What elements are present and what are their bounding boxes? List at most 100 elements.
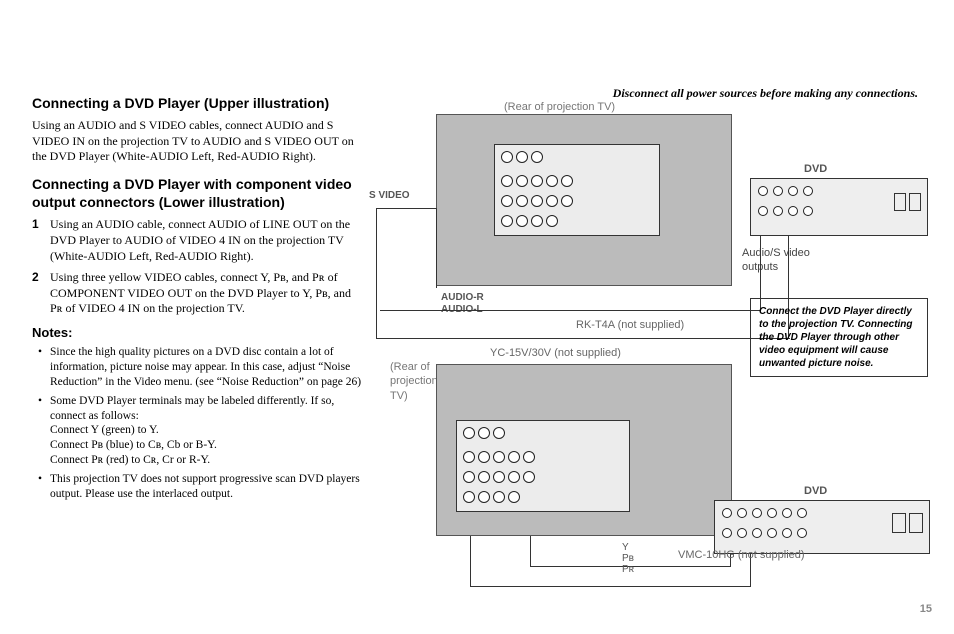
tv-panel-lower xyxy=(456,420,630,512)
port-icon xyxy=(767,508,777,518)
step-number: 2 xyxy=(32,270,50,317)
port-icon xyxy=(782,528,792,538)
dvd-box-upper xyxy=(750,178,928,236)
port-icon xyxy=(909,513,923,533)
port-icon xyxy=(508,471,520,483)
note-subline: Connect Pʙ (blue) to Cʙ, Cb or B-Y. xyxy=(50,438,362,453)
port-icon xyxy=(773,186,783,196)
port-icon xyxy=(523,471,535,483)
port-icon xyxy=(516,215,528,227)
heading-upper: Connecting a DVD Player (Upper illustrat… xyxy=(32,94,362,112)
port-icon xyxy=(561,175,573,187)
rkt4a-label: RK-T4A (not supplied) xyxy=(576,318,684,332)
bullet-dot: • xyxy=(38,394,50,469)
vmc-label: VMC-10HG (not supplied) xyxy=(678,548,805,562)
note-item: • Since the high quality pictures on a D… xyxy=(38,345,362,390)
port-icon xyxy=(737,528,747,538)
cable-line xyxy=(436,208,437,288)
dvd-label-upper: DVD xyxy=(804,162,827,176)
step-text: Using three yellow VIDEO cables, connect… xyxy=(50,270,362,317)
port-icon xyxy=(508,491,520,503)
step-text: Using an AUDIO cable, connect AUDIO of L… xyxy=(50,217,362,264)
port-icon xyxy=(758,186,768,196)
note-subline: Connect Pʀ (red) to Cʀ, Cr or R-Y. xyxy=(50,453,362,468)
page-number: 15 xyxy=(920,602,932,616)
port-icon xyxy=(531,215,543,227)
note-subline: Connect Y (green) to Y. xyxy=(50,423,362,438)
port-icon xyxy=(531,151,543,163)
note-text: This projection TV does not support prog… xyxy=(50,472,362,502)
step-1: 1 Using an AUDIO cable, connect AUDIO of… xyxy=(32,217,362,264)
dvd-label-lower: DVD xyxy=(804,484,827,498)
note-item: • Some DVD Player terminals may be label… xyxy=(38,394,362,469)
port-icon xyxy=(463,451,475,463)
port-icon xyxy=(797,508,807,518)
notes-list: • Since the high quality pictures on a D… xyxy=(32,345,362,502)
port-icon xyxy=(788,186,798,196)
audio-svideo-out-label: Audio/S video outputs xyxy=(742,246,832,275)
port-icon xyxy=(546,195,558,207)
port-icon xyxy=(516,175,528,187)
warning-banner: Disconnect all power sources before maki… xyxy=(613,86,918,102)
cable-line xyxy=(376,338,790,339)
port-icon xyxy=(493,427,505,439)
port-icon xyxy=(463,491,475,503)
port-icon xyxy=(508,451,520,463)
cable-line xyxy=(380,310,760,311)
port-icon xyxy=(478,471,490,483)
heading-lower: Connecting a DVD Player with component v… xyxy=(32,175,362,211)
cable-line xyxy=(376,208,436,209)
port-icon xyxy=(546,215,558,227)
pr-label: Pʀ xyxy=(622,564,634,575)
port-icon xyxy=(909,193,921,211)
port-icon xyxy=(523,451,535,463)
numbered-steps: 1 Using an AUDIO cable, connect AUDIO of… xyxy=(32,217,362,317)
left-column: Connecting a DVD Player (Upper illustrat… xyxy=(32,94,362,506)
port-icon xyxy=(516,195,528,207)
pb-label: Pʙ xyxy=(622,553,634,564)
port-icon xyxy=(894,193,906,211)
dvd-box-lower xyxy=(714,500,930,554)
port-icon xyxy=(758,206,768,216)
step-number: 1 xyxy=(32,217,50,264)
bullet-dot: • xyxy=(38,345,50,390)
port-icon xyxy=(478,451,490,463)
port-icon xyxy=(493,451,505,463)
port-icon xyxy=(752,508,762,518)
para-upper: Using an AUDIO and S VIDEO cables, conne… xyxy=(32,118,362,165)
note-text: Since the high quality pictures on a DVD… xyxy=(50,345,362,390)
yc1530-label: YC-15V/30V (not supplied) xyxy=(490,346,621,360)
port-icon xyxy=(737,508,747,518)
port-icon xyxy=(803,186,813,196)
port-icon xyxy=(531,195,543,207)
port-icon xyxy=(493,491,505,503)
cable-line xyxy=(376,208,377,338)
notes-heading: Notes: xyxy=(32,325,362,342)
note-item: • This projection TV does not support pr… xyxy=(38,472,362,502)
ypbpr-labels: Y Pʙ Pʀ xyxy=(622,542,634,575)
step-2: 2 Using three yellow VIDEO cables, conne… xyxy=(32,270,362,317)
port-icon xyxy=(501,151,513,163)
rear-label-upper: (Rear of projection TV) xyxy=(504,100,615,114)
y-label: Y xyxy=(622,542,634,553)
port-icon xyxy=(561,195,573,207)
cable-line xyxy=(530,536,531,566)
port-icon xyxy=(493,471,505,483)
port-icon xyxy=(546,175,558,187)
port-icon xyxy=(803,206,813,216)
port-icon xyxy=(788,206,798,216)
port-icon xyxy=(767,528,777,538)
port-icon xyxy=(463,471,475,483)
note-text: Some DVD Player terminals may be labeled… xyxy=(50,394,362,469)
port-icon xyxy=(531,175,543,187)
port-icon xyxy=(722,528,732,538)
port-icon xyxy=(752,528,762,538)
port-icon xyxy=(501,195,513,207)
svideo-label: S VIDEO xyxy=(369,189,410,202)
port-icon xyxy=(773,206,783,216)
tv-panel-upper xyxy=(494,144,660,236)
port-icon xyxy=(782,508,792,518)
cable-line xyxy=(470,536,471,586)
port-icon xyxy=(478,427,490,439)
port-icon xyxy=(516,151,528,163)
